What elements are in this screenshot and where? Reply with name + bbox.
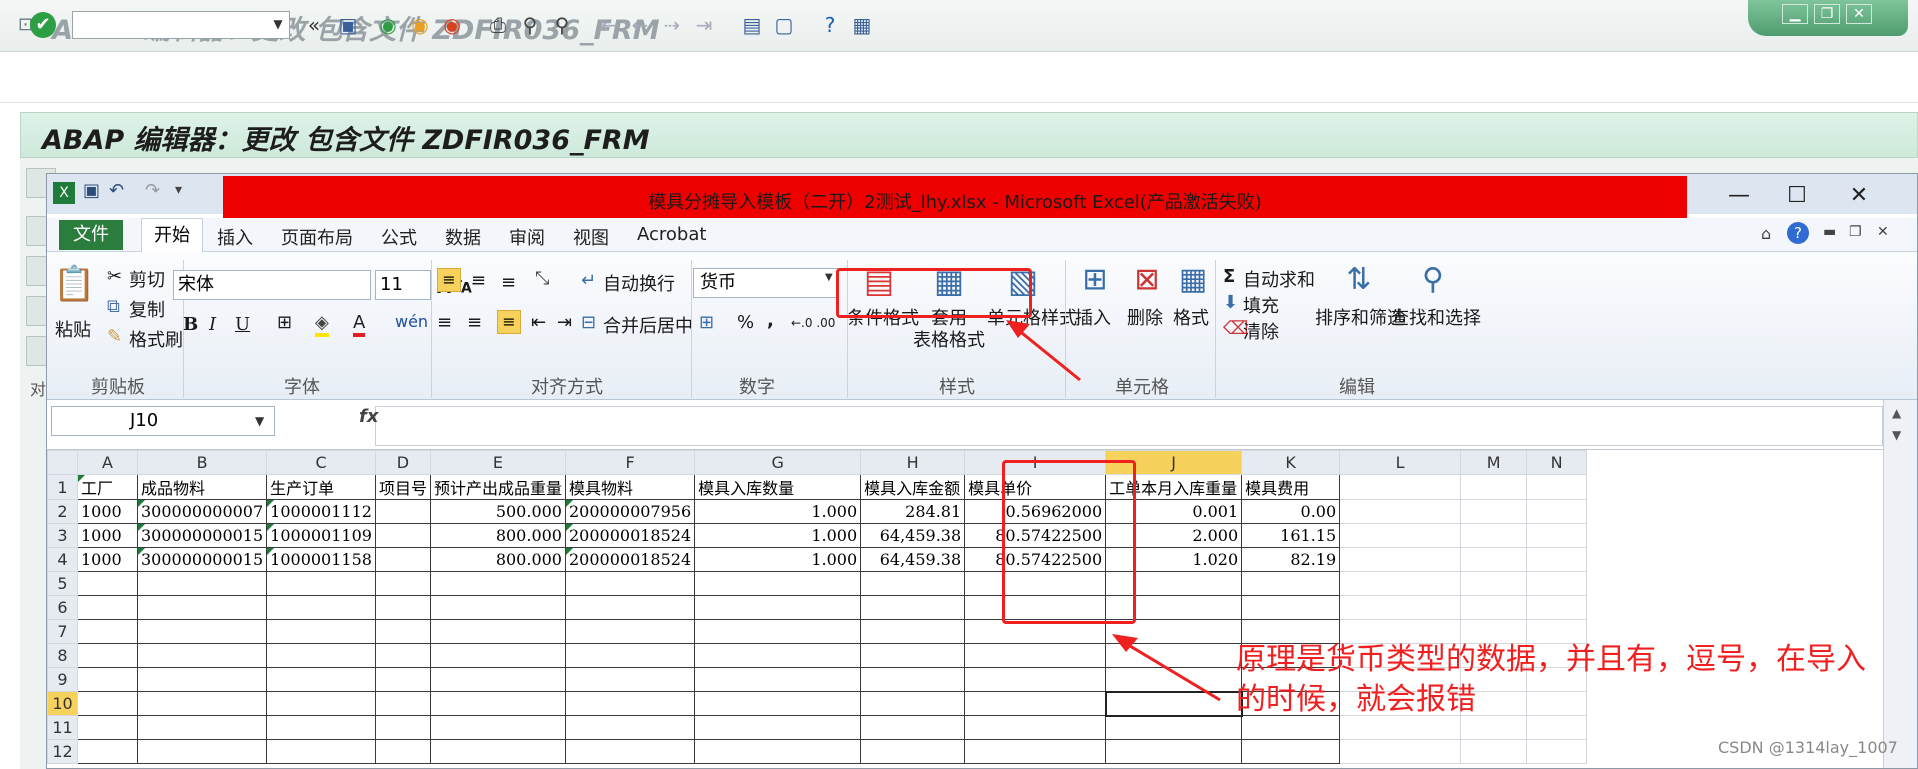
arrow-to-column-line xyxy=(1119,638,1221,702)
watermark: CSDN @1314lay_1007 xyxy=(1718,738,1898,757)
arrow-to-format-line xyxy=(1011,323,1081,382)
annotation-text: 原理是货币类型的数据，并且有，逗号，在导入的时候，就会报错 xyxy=(1236,642,1866,717)
